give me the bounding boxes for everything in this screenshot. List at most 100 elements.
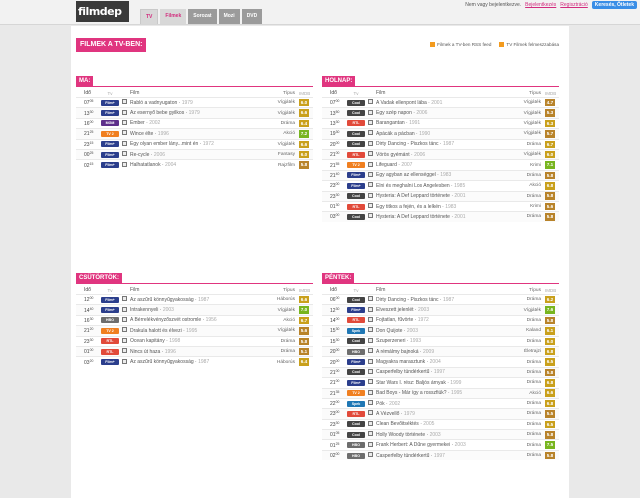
channel-logo[interactable]: Cool	[347, 431, 365, 438]
film-info-icon[interactable]	[122, 151, 127, 157]
channel-logo[interactable]: HBO	[347, 452, 365, 459]
film-info-icon[interactable]	[368, 306, 373, 312]
program-title[interactable]: Dirty Dancing - Piszkos tánc	[376, 297, 439, 303]
channel-logo[interactable]: Film+	[101, 296, 119, 303]
channel-logo[interactable]: RTL	[347, 203, 365, 210]
program-row[interactable]: 0125 HBO Frank Herbert: A Dűne gyermekei ·…	[322, 439, 559, 449]
program-row[interactable]: 2000 HBO A rémálmy bajnoká · 2009 Életrajzi…	[322, 345, 559, 357]
program-title[interactable]: Bad Boys - Már így a rosszfiúk?	[376, 390, 447, 396]
program-title[interactable]: Holly Woody története	[376, 432, 425, 438]
program-title[interactable]: Wince élte	[130, 131, 153, 137]
channel-logo[interactable]: Cool	[347, 421, 365, 428]
program-row[interactable]: 0100 RTL Nincs út haza · 1996 Dráma 5.1	[76, 345, 313, 357]
film-info-icon[interactable]	[368, 327, 373, 333]
register-link[interactable]: Regisztráció	[560, 2, 588, 8]
film-info-icon[interactable]	[368, 337, 373, 343]
channel-logo[interactable]: Film+	[101, 162, 119, 169]
program-row[interactable]: 1200 Film+ Az aszűrű könnyűgyakosság · 198…	[76, 294, 313, 304]
film-info-icon[interactable]	[368, 130, 373, 136]
program-row[interactable]: 2135 TV 2 Bad Boys - Már így a rosszfiúk? …	[322, 387, 559, 398]
film-info-icon[interactable]	[368, 316, 373, 322]
program-row[interactable]: 2330 RTL Ocean kapitány · 1998 Dráma 5.8	[76, 335, 313, 346]
channel-logo[interactable]: Cool	[347, 369, 365, 376]
channel-logo[interactable]: RTL	[347, 410, 365, 417]
program-title[interactable]: Vörös gyémánt	[376, 152, 410, 158]
channel-logo[interactable]: TV 2	[101, 327, 119, 334]
channel-logo[interactable]: Film+	[347, 182, 365, 189]
channel-logo[interactable]: TV 2	[347, 390, 365, 397]
film-info-icon[interactable]	[122, 99, 127, 105]
program-title[interactable]: Az aszűrű könnyűgyakosság	[130, 359, 194, 365]
film-info-icon[interactable]	[368, 161, 373, 167]
program-title[interactable]: Barangantan	[376, 120, 405, 126]
program-row[interactable]: 2100 RTL Vörös gyémánt · 2006 Vígjáték 6.0	[322, 148, 559, 160]
program-title[interactable]: Élni és meghalni Los Angelesben	[376, 183, 450, 189]
channel-logo[interactable]: RTL	[101, 348, 119, 355]
program-title[interactable]: Casperfelby tündérkertű	[376, 453, 429, 459]
channel-logo[interactable]: Film+	[347, 359, 365, 366]
film-info-icon[interactable]	[368, 389, 373, 395]
film-info-icon[interactable]	[368, 358, 373, 364]
film-info-icon[interactable]	[368, 431, 373, 437]
channel-logo[interactable]: RTL	[347, 120, 365, 127]
program-title[interactable]: Don Quijote	[376, 328, 402, 334]
channel-logo[interactable]: Cool	[347, 141, 365, 148]
film-info-icon[interactable]	[122, 130, 127, 136]
channel-logo[interactable]: HBO	[347, 348, 365, 355]
channel-logo[interactable]: Film+	[101, 359, 119, 366]
film-info-icon[interactable]	[122, 306, 127, 312]
tab-tv[interactable]: TV	[140, 9, 159, 24]
program-row[interactable]: 2315 Film+ Egy olyan ember lány...mint én …	[76, 138, 313, 149]
program-title[interactable]: Halhatatlanok	[130, 162, 161, 168]
film-info-icon[interactable]	[368, 151, 373, 157]
program-title[interactable]: Az esernyő bebe gyilkos	[130, 110, 184, 116]
program-title[interactable]: Apácák a pácban	[376, 131, 415, 137]
program-row[interactable]: 2300 Film+ Élni és meghalni Los Angelesben…	[322, 180, 559, 190]
program-row[interactable]: 2125 TV 2 Wince élte · 1996 Akció 7.2	[76, 128, 313, 139]
site-logo[interactable]: filmdep	[76, 1, 129, 22]
program-row[interactable]: 0320 Film+ Az aszűrű könnyűgyakosság · 198…	[76, 356, 313, 366]
tab-dvd[interactable]: DVD	[241, 9, 263, 24]
channel-logo[interactable]: Spek	[347, 327, 365, 334]
program-title[interactable]: Lifeguard	[376, 162, 397, 168]
film-info-icon[interactable]	[368, 192, 373, 198]
program-row[interactable]: 0600 Cool Dirty Dancing - Piszkos tánc · 1…	[322, 294, 559, 304]
channel-logo[interactable]: Film+	[101, 151, 119, 158]
film-info-icon[interactable]	[368, 171, 373, 177]
program-title[interactable]: A Vadak ellenpont lába	[376, 100, 427, 106]
program-row[interactable]: 0130 RTL Egy titkos a fején, és a lelkén ·…	[322, 200, 559, 211]
program-row[interactable]: 1330 Film+ Az esernyő bebe gyilkos · 1979 V…	[76, 107, 313, 118]
film-info-icon[interactable]	[122, 358, 127, 364]
film-info-icon[interactable]	[368, 182, 373, 188]
program-row[interactable]: 2330 Cool Hysteria: A Def Leppard történet…	[322, 190, 559, 201]
channel-logo[interactable]: HBO	[347, 442, 365, 449]
channel-logo[interactable]: Film+	[101, 110, 119, 117]
film-info-icon[interactable]	[368, 368, 373, 374]
program-row[interactable]: 1930 Cool Apácák a pácban · 1990 Vígjáték 5.…	[322, 128, 559, 139]
program-row[interactable]: 2330 Cool Clean Bevőitséktés · 2005 Dráma 6.…	[322, 418, 559, 429]
program-row[interactable]: 2155 TV 2 Lifeguard · 2007 Krimi 7.1	[322, 159, 559, 169]
program-row[interactable]: 2300 RTL A Vézvellő · 1979 Dráma 5.5	[322, 408, 559, 419]
film-info-icon[interactable]	[122, 348, 127, 354]
film-info-icon[interactable]	[122, 337, 127, 343]
film-info-icon[interactable]	[368, 400, 373, 406]
rss-feed-link[interactable]: Filmek a TV-ben RSS feed	[430, 42, 491, 47]
program-row[interactable]: 2140 Film+ Egy agyban az ellenséggel · 198…	[322, 169, 559, 181]
film-info-icon[interactable]	[368, 410, 373, 416]
film-info-icon[interactable]	[122, 161, 127, 167]
program-row[interactable]: 2000 Film+ Magyakra marasztunk · 2004 Dráma…	[322, 356, 559, 366]
tv-filmek-link[interactable]: TV Filmek felmeszzabása	[499, 42, 559, 47]
program-row[interactable]: 1440 Film+ Intrakennyeli · 2003 Vígjáték 7.0	[76, 304, 313, 315]
program-title[interactable]: Elveszett jelenlét	[376, 307, 414, 313]
program-title[interactable]: Frank Herbert: A Dűne gyermekei	[376, 442, 450, 448]
program-title[interactable]: Fojtatlan, fűvörte	[376, 317, 413, 323]
program-row[interactable]: 1330 RTL Barangantan · 1991 Vígjáték 6.3	[322, 117, 559, 128]
program-row[interactable]: 2000 Cool Dirty Dancing - Piszkos tánc · 1…	[322, 138, 559, 149]
program-title[interactable]: Egy agyban az ellenséggel	[376, 172, 436, 178]
program-title[interactable]: Rabló a vadnyugaton	[130, 100, 177, 106]
film-info-icon[interactable]	[368, 348, 373, 354]
program-row[interactable]: 0700 Cool A Vadak ellenpont lába · 2001 Víg…	[322, 97, 559, 107]
film-info-icon[interactable]	[122, 140, 127, 146]
program-row[interactable]: 2200 Spek Pók · 2002 Dráma 6.8	[322, 397, 559, 408]
program-row[interactable]: 0300 Cool Hysteria: A Def Leppard történet…	[322, 211, 559, 222]
